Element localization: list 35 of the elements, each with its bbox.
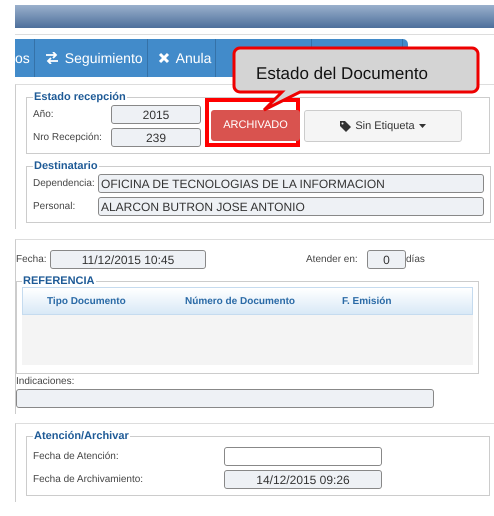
callout-text: Estado del Documento [256,64,428,84]
tag-dropdown-button[interactable]: Sin Etiqueta [304,110,462,142]
caret-icon [418,124,426,128]
toolbar-tab[interactable]: os [15,39,35,77]
fieldset-legend: REFERENCIA [22,275,96,287]
field-label: Año: [33,109,55,120]
field-label: Indicaciones: [16,376,76,387]
field-label: Dependencia: [33,178,96,189]
input-field[interactable]: 11/12/2015 10:45 [50,250,206,269]
input-field[interactable] [16,389,434,408]
toolbar-tab[interactable]: Seguimiento [34,39,148,77]
fieldset-legend: Estado recepción [33,91,127,103]
field-label: Personal: [33,201,76,212]
input-field[interactable]: 2015 [111,105,201,124]
fieldset-legend: Destinatario [33,160,99,172]
field-label: Fecha de Archivamiento: [33,474,144,485]
fieldset-legend: Atención/Archivar [33,430,130,442]
exchange-icon [44,52,59,64]
input-field[interactable] [224,447,382,466]
column-header: Número de Documento [184,296,296,306]
input-field[interactable]: OFICINA DE TECNOLOGIAS DE LA INFORMACION [98,174,484,193]
tag-icon [340,120,352,132]
status-button[interactable]: ARCHIVADO [211,110,300,140]
input-field[interactable]: 0 [367,250,406,269]
input-field[interactable]: 239 [111,128,201,147]
input-field[interactable]: ALARCON BUTRON JOSE ANTONIO [98,197,484,216]
field-label: Nro Recepción: [33,132,103,143]
toolbar-tab[interactable]: Anula [148,39,216,77]
field-label: Atender en: [306,254,359,265]
column-header: F. Emisión [341,296,392,306]
close-icon [158,52,170,64]
unit-label: días [406,254,426,265]
column-header: Tipo Documento [46,296,127,306]
field-label: Fecha: [16,254,48,265]
field-label: Fecha de Atención: [33,451,120,462]
